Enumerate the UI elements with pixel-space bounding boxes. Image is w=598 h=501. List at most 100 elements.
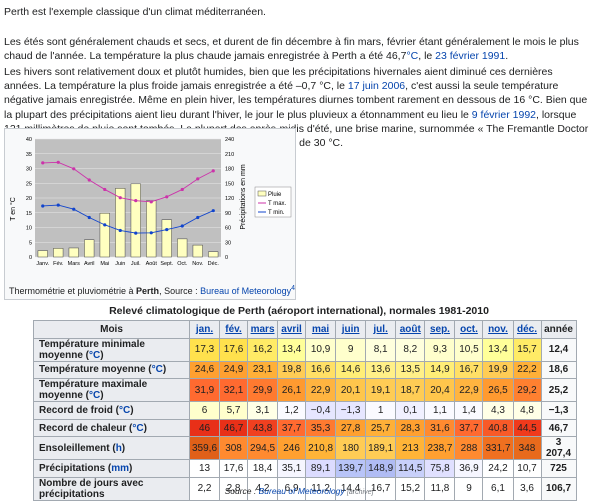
y-right-axis-label: Précipitations en mm [240, 164, 247, 230]
row-label: Record de chaleur (°C) [33, 418, 190, 438]
header-month: Mois [33, 320, 190, 339]
table-cell: 348 [512, 436, 542, 461]
climate-chart-thumbnail: 0 5 10 15 20 25 30 35 40 0 30 60 90 120 150 180 210 240 Ja… [4, 128, 296, 300]
table-cell: 8,2 [395, 337, 426, 362]
series-point-1 [149, 200, 153, 204]
table-cell: 26,1 [277, 378, 307, 403]
series-point-1 [41, 161, 45, 165]
table-cell: 43,8 [247, 418, 279, 438]
table-cell: 22,2 [512, 360, 542, 380]
source-label: Source : [224, 486, 259, 496]
caption-ref[interactable]: 4 [291, 285, 295, 292]
caption-source-link[interactable]: Bureau of Meteorology [200, 286, 291, 296]
table-cell: 16,2 [247, 337, 279, 362]
series-point-2 [41, 204, 45, 208]
celsius-link[interactable]: °C [406, 50, 418, 62]
table-cell: 27,8 [335, 418, 367, 438]
table-header-row: Mois jan. fév. mars avril mai juin jul. août sep… [33, 320, 577, 339]
row-unit-link[interactable]: mm [111, 463, 129, 474]
caption-text-a: Thermométrie et pluviométrie à [9, 286, 137, 296]
source-link[interactable]: Bureau of Meteorology [259, 486, 345, 496]
rain-bar [177, 238, 188, 258]
table-cell: 6 [188, 401, 221, 420]
header-month-4[interactable]: mai [305, 320, 337, 339]
table-cell: 19,9 [482, 360, 514, 380]
row-label: Ensoleillement (h) [33, 436, 190, 461]
row-unit-link[interactable]: °C [132, 423, 143, 434]
rain-bar [68, 247, 79, 258]
header-month-5[interactable]: juin [335, 320, 367, 339]
table-row: Précipitations (mm) 13 17,6 18,4 35,1 89,1 139… [33, 459, 577, 478]
header-month-9[interactable]: oct. [454, 320, 484, 339]
table-cell-year: 3 207,4 [540, 436, 577, 461]
header-month-7[interactable]: août [395, 320, 426, 339]
row-unit-link[interactable]: °C [152, 364, 163, 375]
row-label: Température minimale moyenne (°C) [33, 337, 190, 362]
series-point-2 [211, 209, 215, 213]
header-month-3[interactable]: avril [277, 320, 307, 339]
date-link-23-feb-1991[interactable]: 23 février 1991 [435, 50, 505, 62]
x-tick-label: Déc. [208, 261, 220, 267]
y-left-tick-label: 10 [26, 226, 32, 232]
header-month-11[interactable]: déc. [512, 320, 542, 339]
table-cell: 37,7 [454, 418, 484, 438]
header-month-0[interactable]: jan. [188, 320, 221, 339]
table-cell: 44,5 [512, 418, 542, 438]
climate-table: Mois jan. fév. mars avril mai juin jul. août sep… [33, 320, 577, 501]
row-label-text: Record de chaleur [39, 422, 127, 434]
y-right-tick-label: 60 [225, 226, 231, 232]
table-cell: 22,9 [454, 378, 484, 403]
row-unit-link[interactable]: h [116, 443, 122, 454]
y-right-tick-label: 210 [225, 152, 234, 158]
row-unit-link[interactable]: °C [89, 350, 100, 361]
table-cell: 40,8 [482, 418, 514, 438]
table-cell: 13,4 [482, 337, 514, 362]
date-link-9-feb-1992[interactable]: 9 février 1992 [472, 109, 536, 121]
x-tick-label: Nov. [192, 261, 203, 267]
table-cell: 148,9 [365, 459, 397, 478]
header-month-8[interactable]: sep. [424, 320, 456, 339]
y-left-axis-label: T en °C [9, 197, 17, 221]
legend-label-tmax: T max. [268, 201, 287, 207]
table-cell-year: 46,7 [540, 418, 577, 438]
archive-link[interactable]: [archive] [347, 489, 373, 496]
header-month-2[interactable]: mars [247, 320, 279, 339]
table-cell: −1,3 [335, 401, 367, 420]
table-cell: 13,4 [277, 337, 307, 362]
table-cell: −0,4 [305, 401, 337, 420]
table-cell: 75,8 [424, 459, 456, 478]
series-point-2 [149, 231, 153, 235]
header-year: année [540, 320, 577, 339]
rain-bar [99, 212, 110, 258]
table-cell: 238,7 [424, 436, 456, 461]
series-point-2 [134, 231, 138, 235]
table-cell: 46,7 [219, 418, 249, 438]
table-cell: 17,3 [188, 337, 221, 362]
table-cell: 17,6 [219, 337, 249, 362]
legend-swatch-pluie [257, 190, 267, 197]
series-point-1 [118, 196, 122, 200]
table-cell: 246 [277, 436, 307, 461]
header-month-10[interactable]: nov. [482, 320, 514, 339]
table-source: Source : Bureau of Meteorology [archive] [0, 486, 598, 496]
y-left-tick-label: 25 [26, 181, 32, 187]
table-cell-year: 18,6 [540, 360, 577, 380]
table-cell: 359,6 [188, 436, 221, 461]
row-unit-link[interactable]: °C [89, 390, 100, 401]
table-cell: 180 [335, 436, 367, 461]
x-tick-label: Juin [115, 261, 125, 267]
date-link-17-jun-2006[interactable]: 17 juin 2006 [348, 80, 405, 92]
table-cell: 29,9 [247, 378, 279, 403]
table-cell: 20,4 [424, 378, 456, 403]
row-unit-link[interactable]: °C [119, 405, 130, 416]
x-tick-label: Mai [100, 261, 109, 267]
table-cell: 24,6 [188, 360, 221, 380]
header-month-1[interactable]: fév. [219, 320, 249, 339]
series-point-1 [134, 199, 138, 203]
header-month-6[interactable]: jul. [365, 320, 397, 339]
table-row: Ensoleillement (h) 359,6 308 294,5 246 210,8 1… [33, 436, 577, 461]
rain-bar [208, 251, 219, 258]
intro-paragraph-1: Perth est l'exemple classique d'un clima… [4, 6, 266, 18]
table-cell: 29,2 [512, 378, 542, 403]
climate-chart[interactable]: 0 5 10 15 20 25 30 35 40 0 30 60 90 120 150 180 210 240 Ja… [5, 129, 295, 281]
